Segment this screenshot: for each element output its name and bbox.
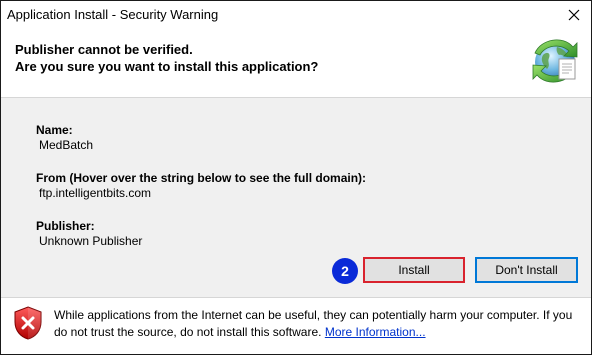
step-number-badge: 2 [332, 258, 358, 284]
security-warning-dialog: Application Install - Security Warning P… [0, 0, 592, 355]
close-button[interactable] [557, 1, 591, 29]
window-title: Application Install - Security Warning [7, 7, 219, 22]
name-value: MedBatch [39, 138, 94, 152]
warning-footer: While applications from the Internet can… [1, 298, 591, 354]
globe-install-icon [532, 39, 578, 83]
dialog-header: Publisher cannot be verified. Are you su… [1, 29, 591, 97]
install-button[interactable]: Install [363, 257, 465, 283]
publisher-value: Unknown Publisher [39, 234, 143, 248]
warning-message: While applications from the Internet can… [54, 307, 574, 341]
warning-shield-icon [14, 306, 42, 340]
header-question: Are you sure you want to install this ap… [15, 59, 319, 74]
close-icon [568, 9, 580, 21]
header-divider [1, 97, 591, 98]
publisher-label: Publisher: [36, 219, 95, 233]
from-label: From (Hover over the string below to see… [36, 171, 367, 185]
more-information-link[interactable]: More Information... [325, 325, 426, 339]
from-value[interactable]: ftp.intelligentbits.com [39, 186, 151, 200]
dont-install-button[interactable]: Don't Install [475, 257, 578, 283]
warning-text: While applications from the Internet can… [54, 308, 573, 339]
name-label: Name: [36, 123, 73, 137]
header-title: Publisher cannot be verified. [15, 42, 193, 57]
title-bar: Application Install - Security Warning [1, 1, 591, 29]
